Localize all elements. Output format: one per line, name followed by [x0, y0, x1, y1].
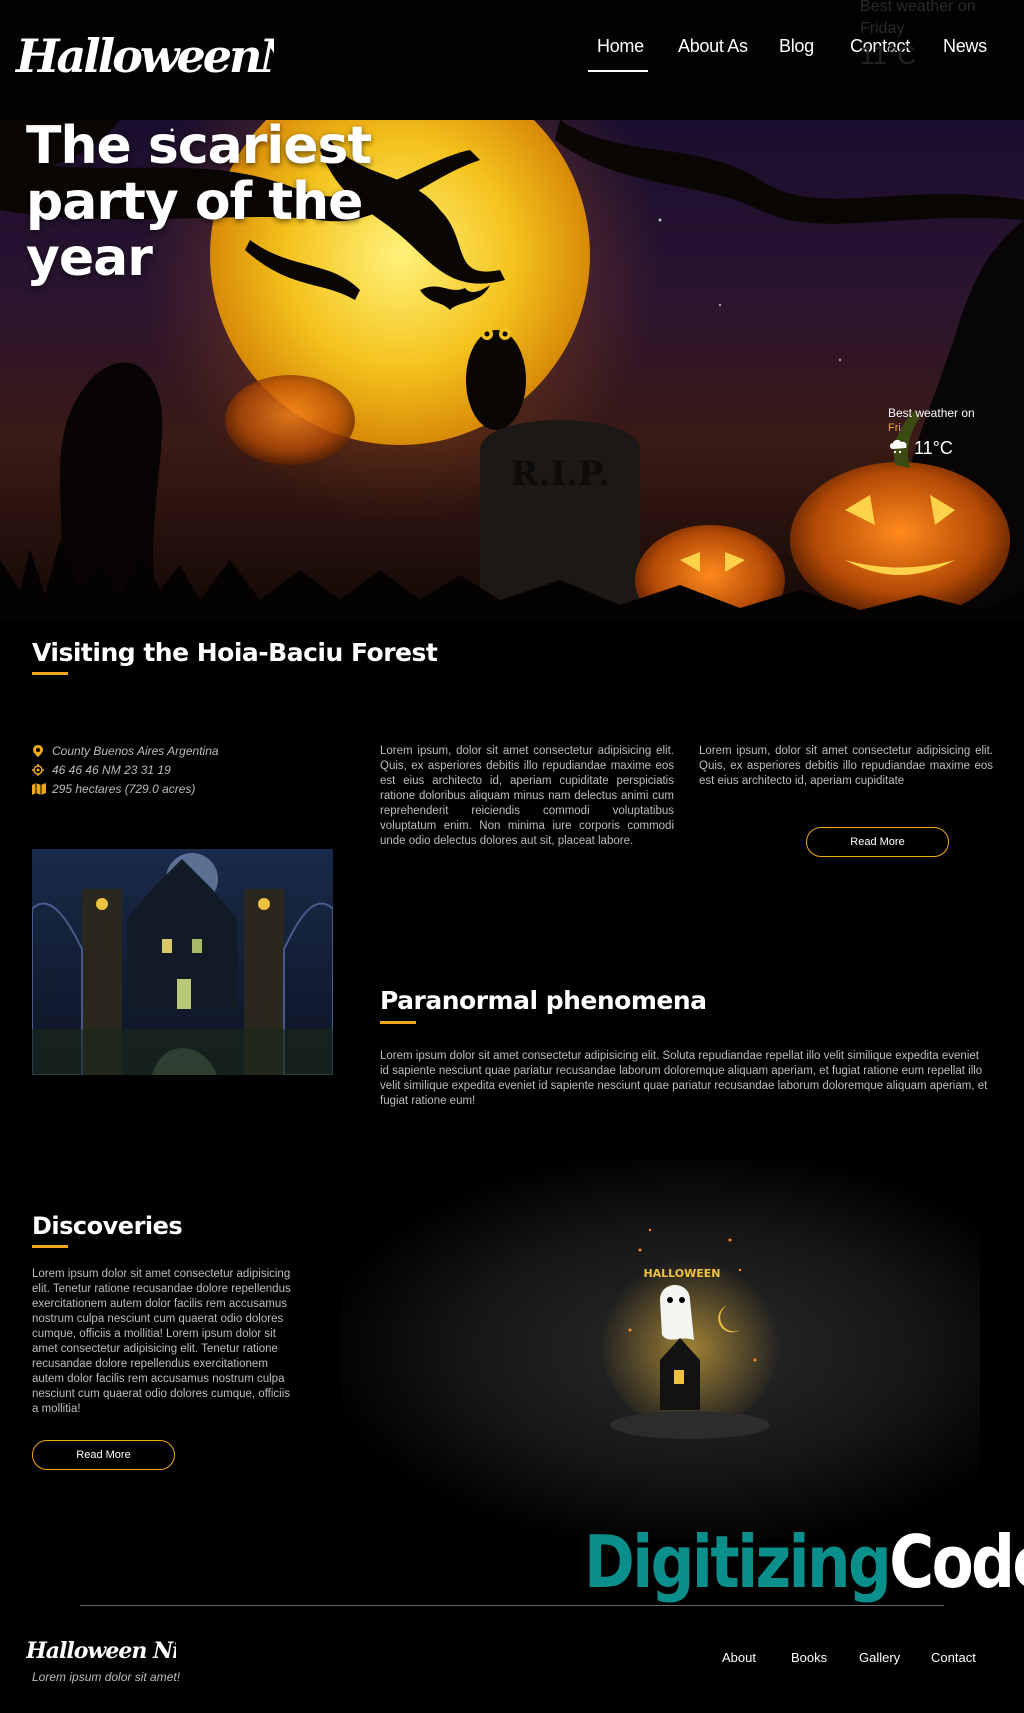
header-weather-day: Friday: [860, 20, 905, 37]
haunted-house-image: [32, 849, 333, 1075]
forest-read-more-button[interactable]: Read More: [806, 827, 949, 857]
halloween-poster-image: HALLOWEEN: [590, 1210, 790, 1460]
discoveries-heading: Discoveries: [32, 1212, 183, 1240]
watermark-logo: DigitizingCode: [584, 1512, 1024, 1612]
hero-weather-day: Fri: [888, 422, 901, 434]
footer-brand-logo[interactable]: Halloween Night: [25, 1630, 220, 1670]
footer-link-contact[interactable]: Contact: [931, 1650, 976, 1665]
pumpkin-large: [790, 462, 1010, 618]
nav-active-indicator: [588, 70, 648, 72]
footer-brand-text: Halloween Night: [26, 1638, 176, 1664]
paranormal-heading-bar: [380, 1021, 416, 1024]
brand-logo-text: HalloweenNight: [14, 29, 274, 83]
location-text: County Buenos Aires Argentina: [52, 744, 219, 758]
watermark-part1: Digitizing: [584, 1520, 892, 1604]
hero-weather-temp: 11°C: [914, 438, 953, 458]
map-icon: [32, 783, 46, 795]
nav-blog[interactable]: Blog: [779, 36, 814, 57]
discoveries-text: Lorem ipsum dolor sit amet consectetur a…: [32, 1268, 291, 1415]
footer-tagline: Lorem ipsum dolor sit amet!: [32, 1670, 181, 1684]
nav-home[interactable]: Home: [597, 36, 644, 57]
discoveries-heading-bar: [32, 1245, 68, 1248]
header-weather-label: Best weather on: [860, 0, 976, 15]
paranormal-heading: Paranormal phenomena: [380, 986, 707, 1015]
forest-column-2: Lorem ipsum, dolor sit amet consectetur …: [699, 745, 993, 787]
coordinates-text: 46 46 46 NM 23 31 19: [52, 763, 171, 777]
footer-divider: [80, 1605, 944, 1606]
forest-heading: Visiting the Hoia-Baciu Forest: [32, 638, 438, 667]
area-text: 295 hectares (729.0 acres): [52, 782, 196, 796]
crosshair-icon: [32, 764, 44, 776]
footer-link-gallery[interactable]: Gallery: [859, 1650, 900, 1665]
paranormal-text: Lorem ipsum dolor sit amet consectetur a…: [380, 1050, 988, 1107]
watermark-part2: Code: [889, 1520, 1024, 1604]
forest-heading-bar: [32, 672, 68, 675]
owl-silhouette: [466, 330, 526, 430]
cloud-snow-icon: [888, 438, 910, 459]
svg-text:R.I.P.: R.I.P.: [510, 454, 610, 494]
coordinates-row: 46 46 46 NM 23 31 19: [32, 763, 171, 777]
brand-logo[interactable]: HalloweenNight: [14, 12, 397, 92]
map-pin-icon: [32, 745, 44, 757]
header-weather-widget: Best weather on Friday 11°C: [860, 0, 1020, 76]
footer-link-books[interactable]: Books: [791, 1650, 827, 1665]
forest-column-1: Lorem ipsum, dolor sit amet consectetur …: [380, 745, 674, 847]
svg-text:HALLOWEEN: HALLOWEEN: [643, 1267, 720, 1280]
location-row: County Buenos Aires Argentina: [32, 744, 219, 758]
area-row: 295 hectares (729.0 acres): [32, 782, 195, 796]
footer-link-about[interactable]: About: [722, 1650, 756, 1665]
hero-title: The scariest party of the year: [26, 116, 372, 288]
discoveries-read-more-button[interactable]: Read More: [32, 1440, 175, 1470]
hero-weather-widget: Best weather on Fri 11°C: [888, 406, 1018, 459]
nav-about[interactable]: About As: [678, 36, 748, 57]
header-weather-temp: 11°C: [860, 40, 917, 70]
hero-weather-label: Best weather on: [888, 406, 975, 420]
